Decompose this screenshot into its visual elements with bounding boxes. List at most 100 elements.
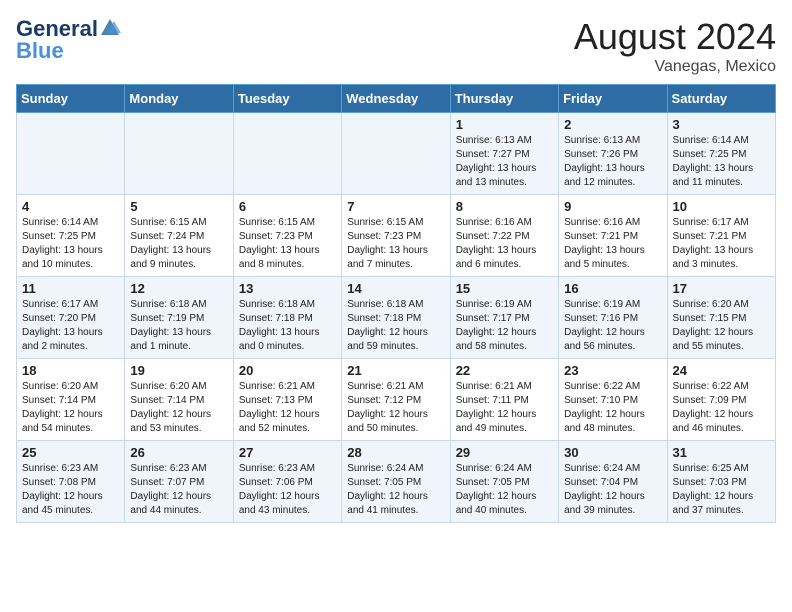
day-number: 31 — [673, 445, 770, 460]
day-header-thursday: Thursday — [450, 85, 558, 113]
day-header-saturday: Saturday — [667, 85, 775, 113]
calendar-cell: 22 Sunrise: 6:21 AM Sunset: 7:11 PM Dayli… — [450, 359, 558, 441]
calendar-cell — [17, 113, 125, 195]
logo-blue: Blue — [16, 38, 64, 64]
week-row-5: 25Sunrise: 6:23 AM Sunset: 7:08 PM Dayli… — [17, 441, 776, 523]
logo-icon — [99, 17, 121, 39]
day-info: Sunrise: 6:16 AM Sunset: 7:22 PM Dayligh… — [456, 216, 553, 272]
day-info: Sunrise: 6:18 AM Sunset: 7:19 PM Dayligh… — [130, 298, 227, 354]
day-number: 14 — [347, 281, 444, 296]
day-number: 6 — [239, 199, 336, 214]
day-info: Sunrise: 6:20 AM Sunset: 7:14 PM Dayligh… — [130, 380, 227, 436]
day-number: 19 — [130, 363, 227, 378]
day-number: 16 — [564, 281, 661, 296]
calendar-cell: 19 Sunrise: 6:20 AM Sunset: 7:14 PM Dayli… — [125, 359, 233, 441]
day-number: 28 — [347, 445, 444, 460]
day-info: Sunrise: 6:13 AM Sunset: 7:26 PM Dayligh… — [564, 134, 661, 190]
week-row-3: 11Sunrise: 6:17 AM Sunset: 7:20 PM Dayli… — [17, 277, 776, 359]
calendar-cell: 28 Sunrise: 6:24 AM Sunset: 7:05 PM Dayli… — [342, 441, 450, 523]
day-number: 3 — [673, 117, 770, 132]
day-number: 4 — [22, 199, 119, 214]
day-number: 15 — [456, 281, 553, 296]
day-number: 7 — [347, 199, 444, 214]
calendar-cell: 2Sunrise: 6:13 AM Sunset: 7:26 PM Daylig… — [559, 113, 667, 195]
day-number: 30 — [564, 445, 661, 460]
day-info: Sunrise: 6:22 AM Sunset: 7:10 PM Dayligh… — [564, 380, 661, 436]
day-number: 17 — [673, 281, 770, 296]
calendar-cell: 23 Sunrise: 6:22 AM Sunset: 7:10 PM Dayli… — [559, 359, 667, 441]
calendar-cell — [125, 113, 233, 195]
day-info: Sunrise: 6:21 AM Sunset: 7:12 PM Dayligh… — [347, 380, 444, 436]
calendar-cell: 21 Sunrise: 6:21 AM Sunset: 7:12 PM Dayli… — [342, 359, 450, 441]
calendar-cell: 29Sunrise: 6:24 AM Sunset: 7:05 PM Dayli… — [450, 441, 558, 523]
calendar-cell: 7 Sunrise: 6:15 AM Sunset: 7:23 PM Daylig… — [342, 195, 450, 277]
calendar-cell: 16 Sunrise: 6:19 AM Sunset: 7:16 PM Dayli… — [559, 277, 667, 359]
day-info: Sunrise: 6:19 AM Sunset: 7:17 PM Dayligh… — [456, 298, 553, 354]
calendar-cell: 17 Sunrise: 6:20 AM Sunset: 7:15 PM Dayli… — [667, 277, 775, 359]
page-header: General Blue August 2024 Vanegas, Mexico — [16, 16, 776, 76]
calendar-cell — [233, 113, 341, 195]
calendar-header: SundayMondayTuesdayWednesdayThursdayFrid… — [17, 85, 776, 113]
calendar-cell: 11Sunrise: 6:17 AM Sunset: 7:20 PM Dayli… — [17, 277, 125, 359]
calendar-cell: 20Sunrise: 6:21 AM Sunset: 7:13 PM Dayli… — [233, 359, 341, 441]
day-info: Sunrise: 6:14 AM Sunset: 7:25 PM Dayligh… — [22, 216, 119, 272]
day-number: 25 — [22, 445, 119, 460]
logo: General Blue — [16, 16, 121, 64]
day-number: 27 — [239, 445, 336, 460]
day-number: 8 — [456, 199, 553, 214]
day-number: 22 — [456, 363, 553, 378]
calendar-cell: 27 Sunrise: 6:23 AM Sunset: 7:06 PM Dayli… — [233, 441, 341, 523]
day-info: Sunrise: 6:23 AM Sunset: 7:06 PM Dayligh… — [239, 462, 336, 518]
day-header-wednesday: Wednesday — [342, 85, 450, 113]
day-info: Sunrise: 6:21 AM Sunset: 7:13 PM Dayligh… — [239, 380, 336, 436]
calendar-cell: 18 Sunrise: 6:20 AM Sunset: 7:14 PM Dayli… — [17, 359, 125, 441]
calendar-cell: 5Sunrise: 6:15 AM Sunset: 7:24 PM Daylig… — [125, 195, 233, 277]
day-number: 21 — [347, 363, 444, 378]
day-header-monday: Monday — [125, 85, 233, 113]
day-info: Sunrise: 6:15 AM Sunset: 7:23 PM Dayligh… — [347, 216, 444, 272]
day-info: Sunrise: 6:14 AM Sunset: 7:25 PM Dayligh… — [673, 134, 770, 190]
day-number: 24 — [673, 363, 770, 378]
month-year: August 2024 — [574, 16, 776, 58]
day-info: Sunrise: 6:15 AM Sunset: 7:23 PM Dayligh… — [239, 216, 336, 272]
week-row-4: 18 Sunrise: 6:20 AM Sunset: 7:14 PM Dayli… — [17, 359, 776, 441]
day-info: Sunrise: 6:20 AM Sunset: 7:14 PM Dayligh… — [22, 380, 119, 436]
title-block: August 2024 Vanegas, Mexico — [574, 16, 776, 76]
calendar-cell: 13Sunrise: 6:18 AM Sunset: 7:18 PM Dayli… — [233, 277, 341, 359]
calendar-cell: 30 Sunrise: 6:24 AM Sunset: 7:04 PM Dayli… — [559, 441, 667, 523]
calendar-cell: 31Sunrise: 6:25 AM Sunset: 7:03 PM Dayli… — [667, 441, 775, 523]
day-number: 18 — [22, 363, 119, 378]
day-info: Sunrise: 6:18 AM Sunset: 7:18 PM Dayligh… — [347, 298, 444, 354]
calendar-body: 1Sunrise: 6:13 AM Sunset: 7:27 PM Daylig… — [17, 113, 776, 523]
day-info: Sunrise: 6:20 AM Sunset: 7:15 PM Dayligh… — [673, 298, 770, 354]
day-info: Sunrise: 6:17 AM Sunset: 7:21 PM Dayligh… — [673, 216, 770, 272]
day-info: Sunrise: 6:24 AM Sunset: 7:05 PM Dayligh… — [456, 462, 553, 518]
calendar-cell: 6 Sunrise: 6:15 AM Sunset: 7:23 PM Daylig… — [233, 195, 341, 277]
day-info: Sunrise: 6:24 AM Sunset: 7:05 PM Dayligh… — [347, 462, 444, 518]
calendar-cell: 1Sunrise: 6:13 AM Sunset: 7:27 PM Daylig… — [450, 113, 558, 195]
day-info: Sunrise: 6:19 AM Sunset: 7:16 PM Dayligh… — [564, 298, 661, 354]
week-row-1: 1Sunrise: 6:13 AM Sunset: 7:27 PM Daylig… — [17, 113, 776, 195]
calendar-cell: 3 Sunrise: 6:14 AM Sunset: 7:25 PM Daylig… — [667, 113, 775, 195]
day-info: Sunrise: 6:13 AM Sunset: 7:27 PM Dayligh… — [456, 134, 553, 190]
calendar-table: SundayMondayTuesdayWednesdayThursdayFrid… — [16, 84, 776, 523]
day-number: 10 — [673, 199, 770, 214]
calendar-cell: 14 Sunrise: 6:18 AM Sunset: 7:18 PM Dayli… — [342, 277, 450, 359]
day-number: 23 — [564, 363, 661, 378]
day-info: Sunrise: 6:24 AM Sunset: 7:04 PM Dayligh… — [564, 462, 661, 518]
calendar-cell: 15 Sunrise: 6:19 AM Sunset: 7:17 PM Dayli… — [450, 277, 558, 359]
calendar-cell: 24 Sunrise: 6:22 AM Sunset: 7:09 PM Dayli… — [667, 359, 775, 441]
calendar-cell: 10 Sunrise: 6:17 AM Sunset: 7:21 PM Dayli… — [667, 195, 775, 277]
location: Vanegas, Mexico — [574, 58, 776, 76]
day-number: 13 — [239, 281, 336, 296]
calendar-cell: 26Sunrise: 6:23 AM Sunset: 7:07 PM Dayli… — [125, 441, 233, 523]
day-header-tuesday: Tuesday — [233, 85, 341, 113]
day-info: Sunrise: 6:17 AM Sunset: 7:20 PM Dayligh… — [22, 298, 119, 354]
day-info: Sunrise: 6:22 AM Sunset: 7:09 PM Dayligh… — [673, 380, 770, 436]
header-row: SundayMondayTuesdayWednesdayThursdayFrid… — [17, 85, 776, 113]
day-number: 5 — [130, 199, 227, 214]
week-row-2: 4 Sunrise: 6:14 AM Sunset: 7:25 PM Daylig… — [17, 195, 776, 277]
day-info: Sunrise: 6:21 AM Sunset: 7:11 PM Dayligh… — [456, 380, 553, 436]
day-header-sunday: Sunday — [17, 85, 125, 113]
calendar-cell — [342, 113, 450, 195]
